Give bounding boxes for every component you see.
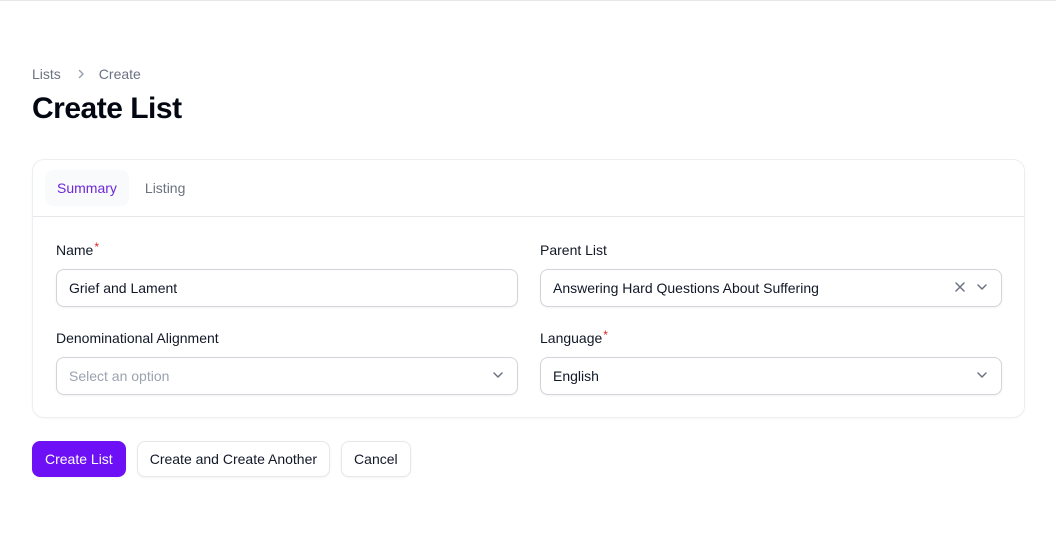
parent-list-label: Parent List [540,242,607,258]
denominational-alignment-label: Denominational Alignment [56,330,219,346]
tab-summary[interactable]: Summary [45,170,129,206]
breadcrumb-create: Create [98,66,141,82]
language-field: Language * English [540,328,1002,395]
parent-list-field: Parent List Answering Hard Questions Abo… [540,242,1002,307]
chevron-down-icon[interactable] [975,368,989,385]
language-label-text: Language [540,330,603,346]
form-card: Summary Listing Name * Grief and Lament P… [32,159,1025,418]
name-label: Name * [56,240,100,258]
denominational-alignment-icons [491,368,505,385]
name-field: Name * Grief and Lament [56,240,518,307]
breadcrumb-lists-link[interactable]: Lists [32,66,61,82]
tab-bar: Summary Listing [33,160,1024,217]
form-actions: Create List Create and Create Another Ca… [32,441,411,477]
breadcrumb: Lists Create [32,66,141,82]
top-divider [0,0,1056,1]
chevron-down-icon[interactable] [491,368,505,385]
chevron-down-icon[interactable] [975,280,989,297]
name-input-value: Grief and Lament [69,280,178,296]
language-label: Language * [540,328,608,346]
create-and-create-another-button[interactable]: Create and Create Another [136,441,331,477]
language-icons [975,368,989,385]
cancel-button[interactable]: Cancel [341,441,411,477]
language-value: English [553,368,599,384]
denominational-alignment-select[interactable]: Select an option [56,357,518,395]
required-mark: * [94,240,100,254]
chevron-right-icon [75,68,87,80]
required-mark: * [603,328,608,342]
name-input[interactable]: Grief and Lament [56,269,518,307]
language-select[interactable]: English [540,357,1002,395]
parent-list-value: Answering Hard Questions About Suffering [553,280,819,296]
parent-list-select[interactable]: Answering Hard Questions About Suffering [540,269,1002,307]
name-label-text: Name [56,242,94,258]
page-title: Create List [32,92,182,125]
parent-list-icons [953,280,989,297]
tab-listing[interactable]: Listing [133,170,197,206]
denominational-alignment-field: Denominational Alignment Select an optio… [56,330,518,395]
clear-icon[interactable] [953,280,967,297]
create-list-button[interactable]: Create List [32,441,126,477]
denominational-alignment-placeholder: Select an option [69,368,170,384]
